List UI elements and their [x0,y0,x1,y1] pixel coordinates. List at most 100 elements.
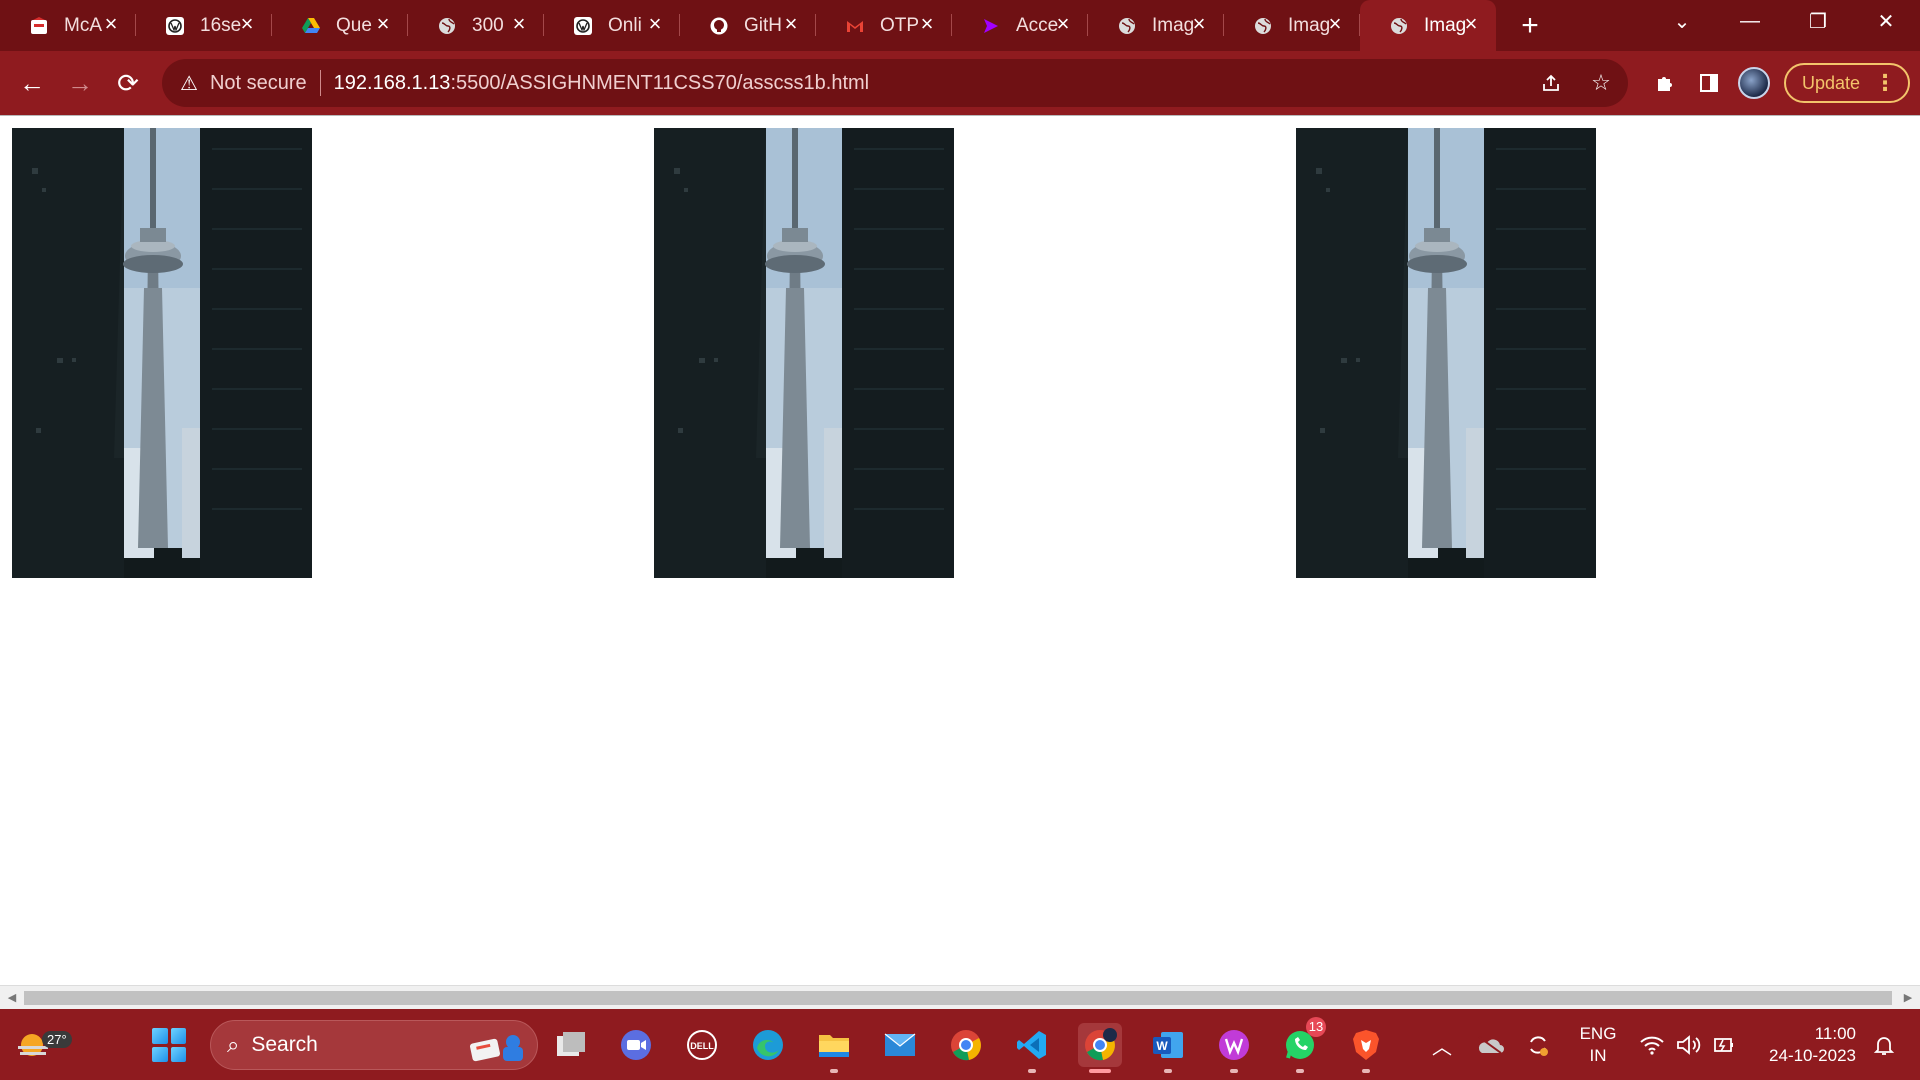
language-indicator[interactable]: ENG IN [1574,1023,1622,1067]
chrome-canary-icon[interactable] [1078,1023,1122,1073]
close-tab-icon[interactable]: × [1460,13,1482,35]
weather-temp: 27° [42,1031,72,1048]
share-icon[interactable] [1536,68,1566,98]
wps-icon[interactable] [1212,1023,1256,1073]
windows-taskbar: 27° ⌕ Search DELL W 13 ︿ ENG IN 11:00 24… [0,1009,1920,1080]
wordpress-icon [164,15,186,37]
whatsapp-badge: 13 [1306,1017,1326,1037]
tab-7[interactable]: Acce × [952,0,1088,51]
mail-icon[interactable] [878,1023,922,1067]
window-controls: ⌄ — ❐ ✕ [1648,0,1920,42]
profile-avatar[interactable] [1737,67,1770,99]
tab-1[interactable]: 16se × [136,0,272,51]
url-host: 192.168.1.13 [333,71,451,94]
clock-time: 11:00 [1814,1024,1856,1043]
edge-icon[interactable] [746,1023,790,1067]
running-indicator [1296,1069,1304,1073]
search-label: Search [251,1033,318,1056]
accenture-icon [980,15,1002,37]
wordpress-icon [572,15,594,37]
weather-widget[interactable]: 27° [12,1021,72,1065]
security-label[interactable]: Not secure [210,72,307,95]
dell-icon[interactable]: DELL [680,1023,724,1067]
close-tab-icon[interactable]: × [916,13,938,35]
toolbar-right: Update ⋮ [1650,59,1910,107]
start-button[interactable] [152,1028,186,1062]
reload-button[interactable]: ⟳ [104,59,152,107]
close-tab-icon[interactable]: × [1052,13,1074,35]
lang-region: IN [1589,1046,1607,1065]
tab-3[interactable]: 300 × [408,0,544,51]
scroll-left-arrow-icon[interactable]: ◀ [4,989,20,1007]
globe-icon [1252,15,1274,37]
close-tab-icon[interactable]: × [780,13,802,35]
close-tab-icon[interactable]: × [1324,13,1346,35]
file-explorer-icon[interactable] [548,1023,592,1067]
close-tab-icon[interactable]: × [100,13,122,35]
side-panel-icon[interactable] [1694,68,1724,98]
close-window-button[interactable]: ✕ [1852,0,1920,42]
close-tab-icon[interactable]: × [508,13,530,35]
tab-4[interactable]: Onli × [544,0,680,51]
restore-button[interactable]: ❐ [1784,0,1852,42]
word-icon[interactable]: W [1146,1023,1190,1073]
google-drive-icon [300,15,322,37]
tab-5[interactable]: GitH × [680,0,816,51]
chrome-icon[interactable] [944,1023,988,1067]
show-hidden-icons-chevron-icon[interactable]: ︿ [1420,1023,1464,1067]
search-highlight-icon [469,1035,523,1062]
minimize-button[interactable]: — [1716,0,1784,42]
cn-tower-image-2 [654,128,954,578]
tabs-container: McA × 16se × Que × 300 × Onli × GitH × OTP × Acce × Imag… [0,0,1496,51]
lang-code: ENG [1579,1024,1617,1043]
vscode-icon[interactable] [1010,1023,1054,1073]
page-viewport [0,115,1920,985]
warning-icon[interactable]: ⚠ [180,71,198,96]
scrollbar-thumb[interactable] [24,991,1892,1005]
tab-9[interactable]: Imag × [1224,0,1360,51]
horizontal-scrollbar[interactable]: ◀ ▶ [0,985,1920,1009]
folder-icon[interactable] [812,1023,856,1073]
tab-search-chevron-icon[interactable]: ⌄ [1648,0,1716,42]
search-icon: ⌕ [227,1032,240,1057]
tab-2[interactable]: Que × [272,0,408,51]
close-tab-icon[interactable]: × [644,13,666,35]
tab-strip: McA × 16se × Que × 300 × Onli × GitH × OTP × Acce × Imag… [0,0,1920,51]
notification-bell-icon[interactable] [1862,1023,1906,1067]
close-tab-icon[interactable]: × [372,13,394,35]
url-text[interactable]: 192.168.1.13:5500/ASSIGHNMENT11CSS70/ass… [334,72,869,95]
zoom-icon[interactable] [614,1023,658,1067]
taskbar-search[interactable]: ⌕ Search [210,1020,538,1070]
forward-button[interactable]: → [56,59,104,107]
update-button[interactable]: Update ⋮ [1783,63,1910,103]
running-indicator [1230,1069,1238,1073]
running-indicator [1164,1069,1172,1073]
new-tab-button[interactable]: + [1504,0,1556,51]
update-label: Update [1801,72,1860,93]
globe-icon [436,15,458,37]
address-bar[interactable]: ⚠ Not secure 192.168.1.13:5500/ASSIGHNME… [162,59,1628,107]
cn-tower-image-3 [1296,128,1596,578]
scroll-right-arrow-icon[interactable]: ▶ [1900,989,1916,1007]
sync-icon[interactable] [1516,1023,1560,1067]
close-tab-icon[interactable]: × [1188,13,1210,35]
whatsapp-icon[interactable]: 13 [1278,1017,1326,1073]
back-button[interactable]: ← [8,59,56,107]
tab-10[interactable]: Imag × [1360,0,1496,51]
browser-toolbar: ← → ⟳ ⚠ Not secure 192.168.1.13:5500/ASS… [0,51,1920,115]
onedrive-icon[interactable] [1468,1023,1512,1067]
battery-icon[interactable] [1702,1023,1746,1067]
bookmark-star-icon[interactable]: ☆ [1586,68,1616,98]
tab-8[interactable]: Imag × [1088,0,1224,51]
globe-icon [1116,15,1138,37]
brave-icon[interactable] [1344,1023,1388,1073]
running-indicator [830,1069,838,1073]
extensions-puzzle-icon[interactable] [1650,68,1680,98]
close-tab-icon[interactable]: × [236,13,258,35]
globe-icon [1388,15,1410,37]
tab-0[interactable]: McA × [0,0,136,51]
url-path: :5500/ASSIGHNMENT11CSS70/asscss1b.html [450,71,870,94]
clock[interactable]: 11:00 24-10-2023 [1756,1023,1856,1067]
svg-text:W: W [1156,1039,1168,1053]
tab-6[interactable]: OTP × [816,0,952,51]
